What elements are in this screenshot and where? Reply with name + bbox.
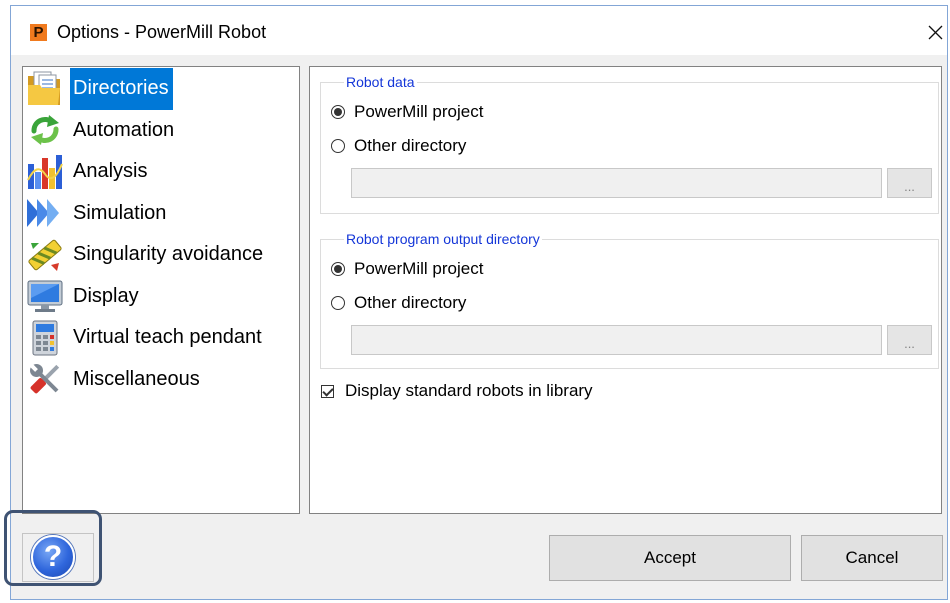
accept-button[interactable]: Accept xyxy=(549,535,791,581)
sidebar-item-label: Miscellaneous xyxy=(73,367,200,390)
powermill-app-icon: P xyxy=(30,24,47,41)
display-icon xyxy=(25,276,65,316)
pendant-icon xyxy=(25,318,65,358)
robot-data-legend: Robot data xyxy=(344,73,417,91)
options-category-list: Directories Automation Analysis Simulati… xyxy=(22,66,300,514)
output-directory-legend: Robot program output directory xyxy=(344,230,542,248)
help-icon: ? xyxy=(31,535,75,579)
sidebar-item-label: Singularity avoidance xyxy=(73,243,264,266)
directories-options-page: Robot data PowerMill project Other direc… xyxy=(309,66,942,514)
robot-data-path-input[interactable] xyxy=(351,168,882,198)
sidebar-item-simulation[interactable]: Simulation xyxy=(23,193,299,235)
radio-label: PowerMill project xyxy=(354,102,484,121)
radio-label: PowerMill project xyxy=(354,259,484,278)
checkbox-label: Display standard robots in library xyxy=(345,381,593,400)
options-dialog: P Options - PowerMill Robot Directories xyxy=(10,5,948,600)
robot-data-group: Robot data PowerMill project Other direc… xyxy=(320,73,939,214)
help-button[interactable]: ? xyxy=(22,533,94,582)
cancel-button[interactable]: Cancel xyxy=(801,535,943,581)
output-directory-option-other-directory[interactable]: Other directory xyxy=(331,293,466,313)
window-title: Options - PowerMill Robot xyxy=(57,22,267,42)
folder-icon xyxy=(25,69,65,109)
robot-data-browse-button[interactable]: ... xyxy=(887,168,932,198)
automation-icon xyxy=(25,110,65,150)
output-directory-path-input[interactable] xyxy=(351,325,882,355)
display-standard-robots-option[interactable]: Display standard robots in library xyxy=(321,381,593,401)
output-directory-option-powermill-project[interactable]: PowerMill project xyxy=(331,259,483,279)
sidebar-item-label: Automation xyxy=(73,118,175,141)
sidebar-item-automation[interactable]: Automation xyxy=(23,110,299,152)
title-bar: P Options - PowerMill Robot xyxy=(11,6,947,55)
sidebar-item-label: Display xyxy=(73,284,139,307)
category-items: Directories Automation Analysis Simulati… xyxy=(23,68,299,400)
sidebar-item-miscellaneous[interactable]: Miscellaneous xyxy=(23,359,299,401)
sidebar-item-label: Simulation xyxy=(73,201,167,224)
output-directory-browse-button[interactable]: ... xyxy=(887,325,932,355)
radio-button[interactable] xyxy=(331,139,345,153)
simulation-icon xyxy=(25,193,65,233)
sidebar-item-singularity-avoidance[interactable]: Singularity avoidance xyxy=(23,234,299,276)
analysis-icon xyxy=(25,152,65,192)
sidebar-item-display[interactable]: Display xyxy=(23,276,299,318)
output-directory-group: Robot program output directory PowerMill… xyxy=(320,230,939,369)
sidebar-item-label: Analysis xyxy=(73,160,148,183)
tools-icon xyxy=(25,359,65,399)
singularity-icon xyxy=(25,235,65,275)
radio-label: Other directory xyxy=(354,293,467,312)
checkbox[interactable] xyxy=(321,384,334,398)
sidebar-item-analysis[interactable]: Analysis xyxy=(23,151,299,193)
close-icon[interactable] xyxy=(927,24,944,41)
radio-button[interactable] xyxy=(331,262,345,276)
sidebar-item-virtual-teach-pendant[interactable]: Virtual teach pendant xyxy=(23,317,299,359)
sidebar-item-label: Virtual teach pendant xyxy=(73,326,262,349)
radio-button[interactable] xyxy=(331,296,345,310)
radio-label: Other directory xyxy=(354,136,467,155)
sidebar-item-directories[interactable]: Directories xyxy=(23,68,299,110)
sidebar-item-label: Directories xyxy=(70,68,173,110)
radio-button[interactable] xyxy=(331,105,345,119)
robot-data-option-powermill-project[interactable]: PowerMill project xyxy=(331,102,483,122)
robot-data-option-other-directory[interactable]: Other directory xyxy=(331,136,466,156)
